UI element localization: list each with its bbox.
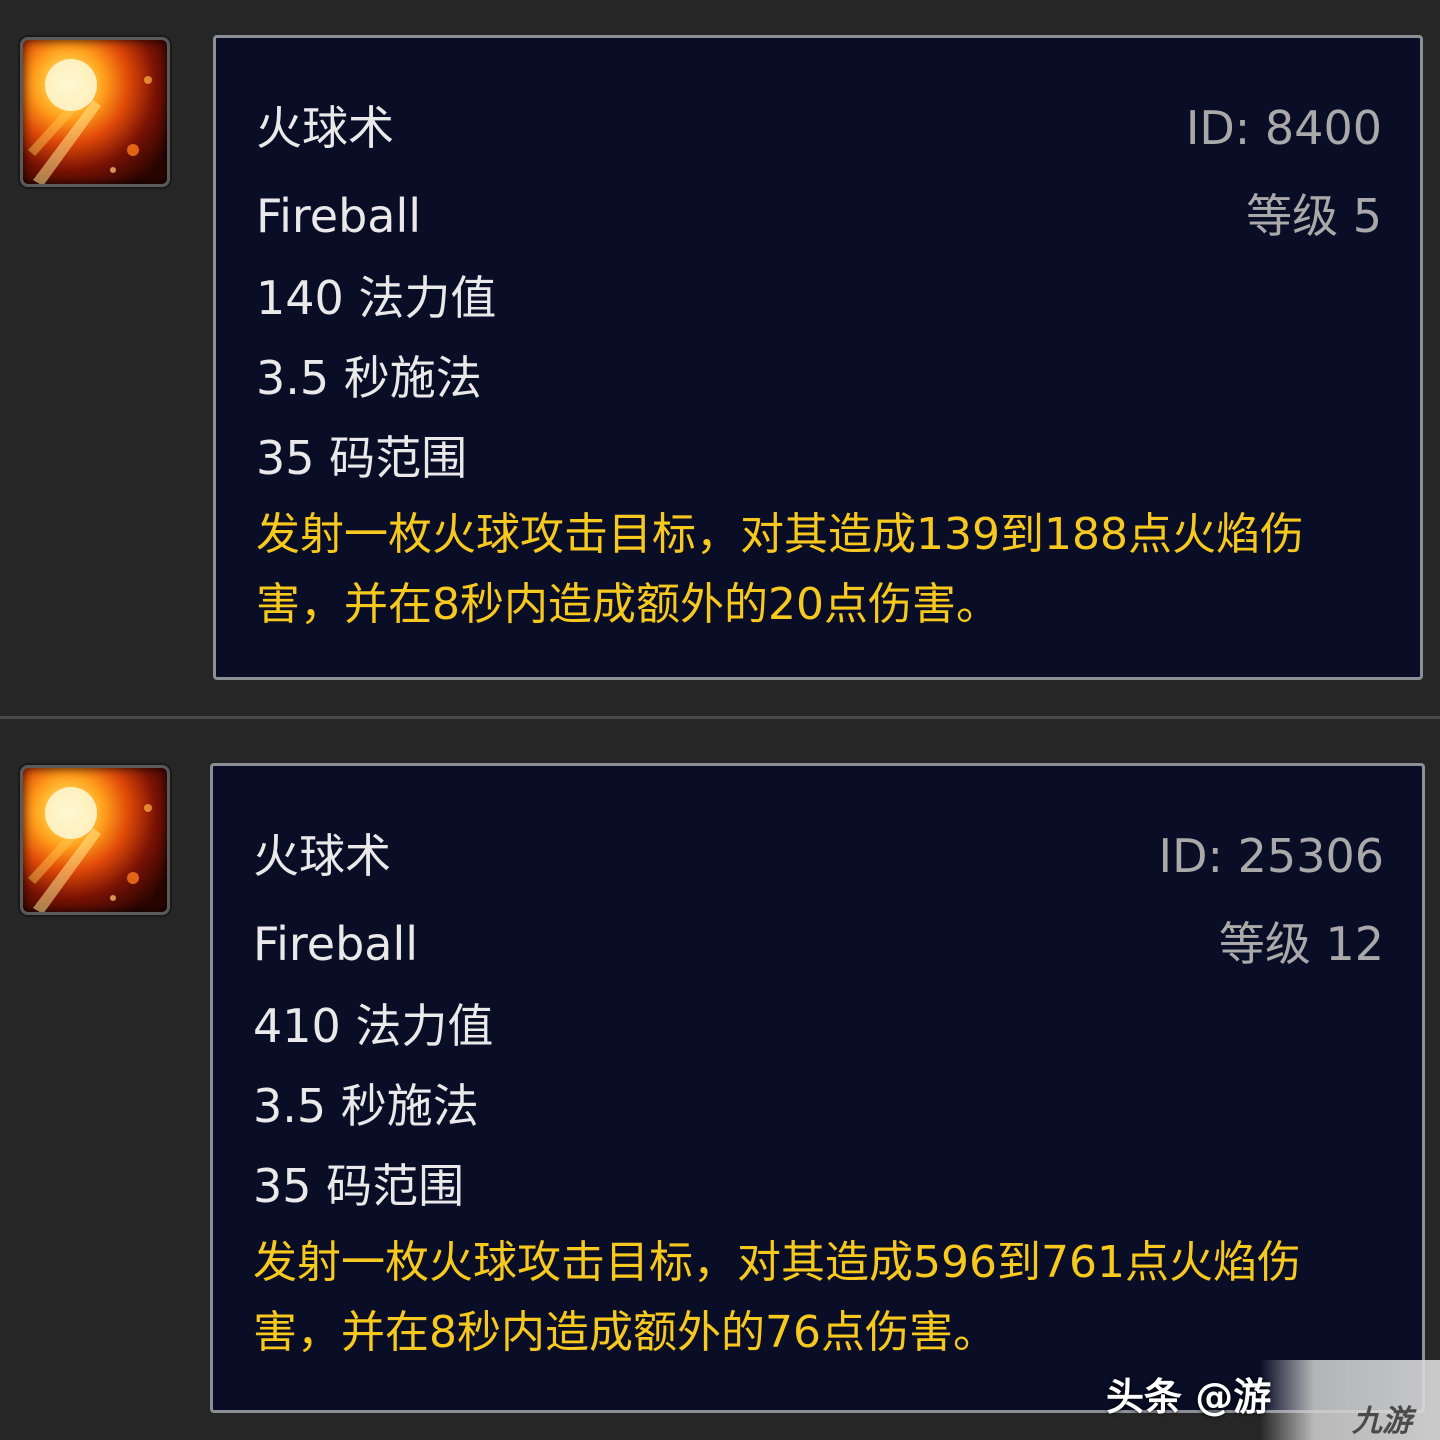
- spell-description: 发射一枚火球攻击目标，对其造成596到761点火焰伤害，并在8秒内造成额外的76…: [253, 1237, 1301, 1358]
- spell-mana-cost: 410 法力值: [253, 999, 494, 1053]
- fireball-icon[interactable]: [20, 765, 170, 915]
- spell-tooltip: 火球术 ID: 8400 Fireball 等级 5 140 法力值 3.5 秒…: [213, 35, 1423, 680]
- watermark-blur: [1260, 1360, 1440, 1440]
- spell-rank: 等级 5: [1246, 189, 1382, 243]
- watermark-logo: 九游: [1352, 1404, 1412, 1439]
- spell-tooltip: 火球术 ID: 25306 Fireball 等级 12 410 法力值 3.5…: [210, 763, 1425, 1413]
- spell-name-cn: 火球术: [253, 829, 391, 883]
- watermark-text: 头条 @游: [1106, 1375, 1272, 1419]
- spell-description: 发射一枚火球攻击目标，对其造成139到188点火焰伤害，并在8秒内造成额外的20…: [256, 509, 1304, 630]
- spell-panel-bottom: 火球术 ID: 25306 Fireball 等级 12 410 法力值 3.5…: [0, 720, 1440, 1440]
- spell-rank: 等级 12: [1218, 917, 1384, 971]
- spell-range: 35 码范围: [253, 1159, 465, 1213]
- spell-id: ID: 25306: [1158, 829, 1384, 883]
- spell-name-en: Fireball: [256, 189, 422, 243]
- spell-id: ID: 8400: [1185, 101, 1382, 155]
- spell-panel-top: 火球术 ID: 8400 Fireball 等级 5 140 法力值 3.5 秒…: [0, 0, 1440, 720]
- spell-mana-cost: 140 法力值: [256, 271, 497, 325]
- spell-cast-time: 3.5 秒施法: [256, 351, 482, 405]
- spell-name-en: Fireball: [253, 917, 419, 971]
- spell-cast-time: 3.5 秒施法: [253, 1079, 479, 1133]
- spell-name-cn: 火球术: [256, 101, 394, 155]
- panel-divider: [0, 716, 1440, 719]
- watermark: 头条 @游 九游: [1100, 1360, 1440, 1440]
- fireball-icon[interactable]: [20, 37, 170, 187]
- spell-range: 35 码范围: [256, 431, 468, 485]
